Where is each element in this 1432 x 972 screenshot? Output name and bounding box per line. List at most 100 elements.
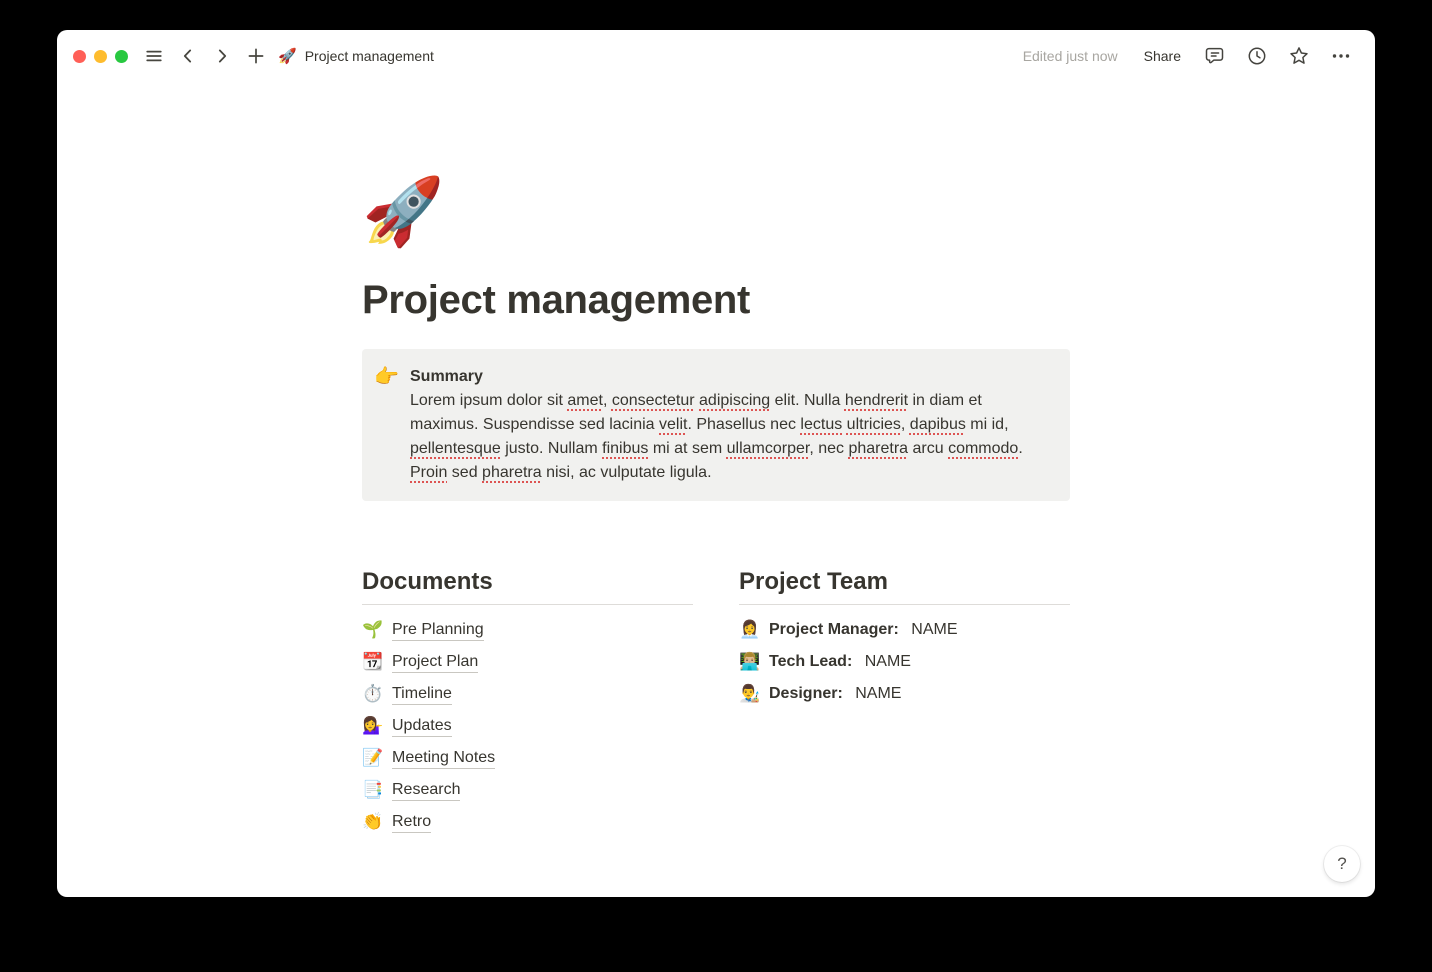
document-link-item[interactable]: 👏 Retro [362, 806, 693, 838]
document-link-label: Timeline [392, 683, 452, 705]
summary-text: mi id, [966, 416, 1009, 433]
summary-text: arcu [908, 440, 948, 457]
new-page-button[interactable] [242, 42, 270, 70]
share-button[interactable]: Share [1138, 44, 1187, 68]
team-member-role: Project Manager: [769, 621, 899, 639]
summary-text: mi at sem [648, 440, 726, 457]
titlebar-nav [140, 42, 270, 70]
plus-icon [247, 47, 265, 65]
document-link-item[interactable]: 🌱 Pre Planning [362, 614, 693, 646]
team-member-name: NAME [851, 685, 902, 703]
documents-column: Documents 🌱 Pre Planning 📆 Project Plan ⏱️ Ti… [362, 566, 693, 838]
calendar-emoji: 📆 [362, 651, 384, 673]
star-icon [1288, 45, 1310, 67]
documents-heading: Documents [362, 566, 693, 605]
summary-text: justo. Nullam [501, 440, 602, 457]
document-link-label: Updates [392, 715, 452, 737]
seedling-emoji: 🌱 [362, 619, 384, 641]
rocket-emoji: 🚀 [278, 49, 297, 64]
back-button[interactable] [174, 42, 202, 70]
history-clock-icon [1246, 45, 1268, 67]
misspelled-word: lectus [800, 416, 842, 433]
misspelled-word: Proin [410, 464, 447, 481]
history-button[interactable] [1243, 42, 1271, 70]
page-title[interactable]: Project management [362, 276, 1070, 324]
summary-text: , nec [809, 440, 848, 457]
summary-text: nisi, ac vulputate ligula. [542, 464, 712, 481]
team-member-name: NAME [907, 621, 958, 639]
close-window-button[interactable] [73, 50, 86, 63]
zoom-window-button[interactable] [115, 50, 128, 63]
summary-text: , [603, 392, 612, 409]
misspelled-word: dapibus [910, 416, 966, 433]
misspelled-word: velit [659, 416, 687, 433]
summary-callout[interactable]: 👉 Summary Lorem ipsum dolor sit amet, co… [362, 349, 1070, 501]
titlebar-actions: Edited just now Share [1023, 42, 1355, 70]
summary-callout-content: Summary Lorem ipsum dolor sit amet, cons… [410, 365, 1054, 485]
man-artist-emoji: 👨‍🎨 [739, 683, 761, 705]
summary-paragraph: Lorem ipsum dolor sit amet, consectetur … [410, 389, 1054, 485]
project-team-heading: Project Team [739, 566, 1070, 605]
misspelled-word: ultricies [847, 416, 901, 433]
misspelled-word: pharetra [482, 464, 542, 481]
summary-text: sed [447, 464, 482, 481]
documents-list: 🌱 Pre Planning 📆 Project Plan ⏱️ Timeline 💁‍♀️… [362, 614, 693, 838]
document-link-label: Pre Planning [392, 619, 484, 641]
misspelled-word: adipiscing [699, 392, 770, 409]
favorite-button[interactable] [1285, 42, 1313, 70]
stopwatch-emoji: ⏱️ [362, 683, 384, 705]
breadcrumb-title: Project management [305, 48, 434, 64]
menu-icon [145, 47, 163, 65]
document-link-item[interactable]: ⏱️ Timeline [362, 678, 693, 710]
two-column-section: Documents 🌱 Pre Planning 📆 Project Plan ⏱️ Ti… [362, 566, 1070, 838]
help-button[interactable]: ? [1324, 846, 1360, 882]
rocket-emoji[interactable]: 🚀 [362, 173, 440, 249]
project-team-column: Project Team 👩‍💼Project Manager: NAME 👨🏼‍… [739, 566, 1070, 838]
misspelled-word: pellentesque [410, 440, 501, 457]
document-link-label: Retro [392, 811, 431, 833]
summary-text: Lorem ipsum dolor sit [410, 392, 567, 409]
summary-text: , [901, 416, 910, 433]
document-link-item[interactable]: 📑 Research [362, 774, 693, 806]
document-link-item[interactable]: 💁‍♀️ Updates [362, 710, 693, 742]
page-body: 🚀 Project management 👉 Summary Lorem ips… [362, 82, 1070, 838]
minimize-window-button[interactable] [94, 50, 107, 63]
summary-text: . [1018, 440, 1022, 457]
team-member-row: 👨‍🎨 Designer: NAME [739, 678, 1070, 710]
team-member-row: 👩‍💼Project Manager: NAME [739, 614, 1070, 646]
misspelled-word: ullamcorper [727, 440, 810, 457]
document-link-item[interactable]: 📝 Meeting Notes [362, 742, 693, 774]
misspelled-word: amet [567, 392, 603, 409]
summary-text: elit. Nulla [770, 392, 845, 409]
comments-button[interactable] [1201, 42, 1229, 70]
edited-status: Edited just now [1023, 48, 1118, 64]
document-link-item[interactable]: 📆 Project Plan [362, 646, 693, 678]
man-technologist-emoji: 👨🏼‍💻 [739, 651, 761, 673]
breadcrumb[interactable]: 🚀 Project management [278, 48, 434, 64]
summary-text: . Phasellus nec [687, 416, 800, 433]
chevron-left-icon [179, 47, 197, 65]
team-list: 👩‍💼Project Manager: NAME 👨🏼‍💻 Tech Lead: N… [739, 614, 1070, 710]
misspelled-word: consectetur [612, 392, 695, 409]
titlebar: 🚀 Project management Edited just now Sha… [57, 30, 1375, 82]
bookmark-tabs-emoji: 📑 [362, 779, 384, 801]
misspelled-word: hendrerit [845, 392, 908, 409]
ellipsis-icon [1330, 45, 1352, 67]
document-link-label: Meeting Notes [392, 747, 495, 769]
summary-heading: Summary [410, 365, 1054, 389]
team-member-role: Designer: [769, 685, 843, 703]
document-link-label: Project Plan [392, 651, 478, 673]
team-member-row: 👨🏼‍💻Tech Lead: NAME [739, 646, 1070, 678]
woman-tipping-hand-emoji: 💁‍♀️ [362, 715, 384, 737]
window-controls [73, 50, 128, 63]
clapping-hands-emoji: 👏 [362, 811, 384, 833]
sidebar-menu-button[interactable] [140, 42, 168, 70]
forward-button[interactable] [208, 42, 236, 70]
more-options-button[interactable] [1327, 42, 1355, 70]
misspelled-word: pharetra [848, 440, 908, 457]
team-member-role: Tech Lead: [769, 653, 852, 671]
notion-window: 🚀 Project management Edited just now Sha… [57, 30, 1375, 897]
memo-emoji: 📝 [362, 747, 384, 769]
chevron-right-icon [213, 47, 231, 65]
document-link-label: Research [392, 779, 460, 801]
